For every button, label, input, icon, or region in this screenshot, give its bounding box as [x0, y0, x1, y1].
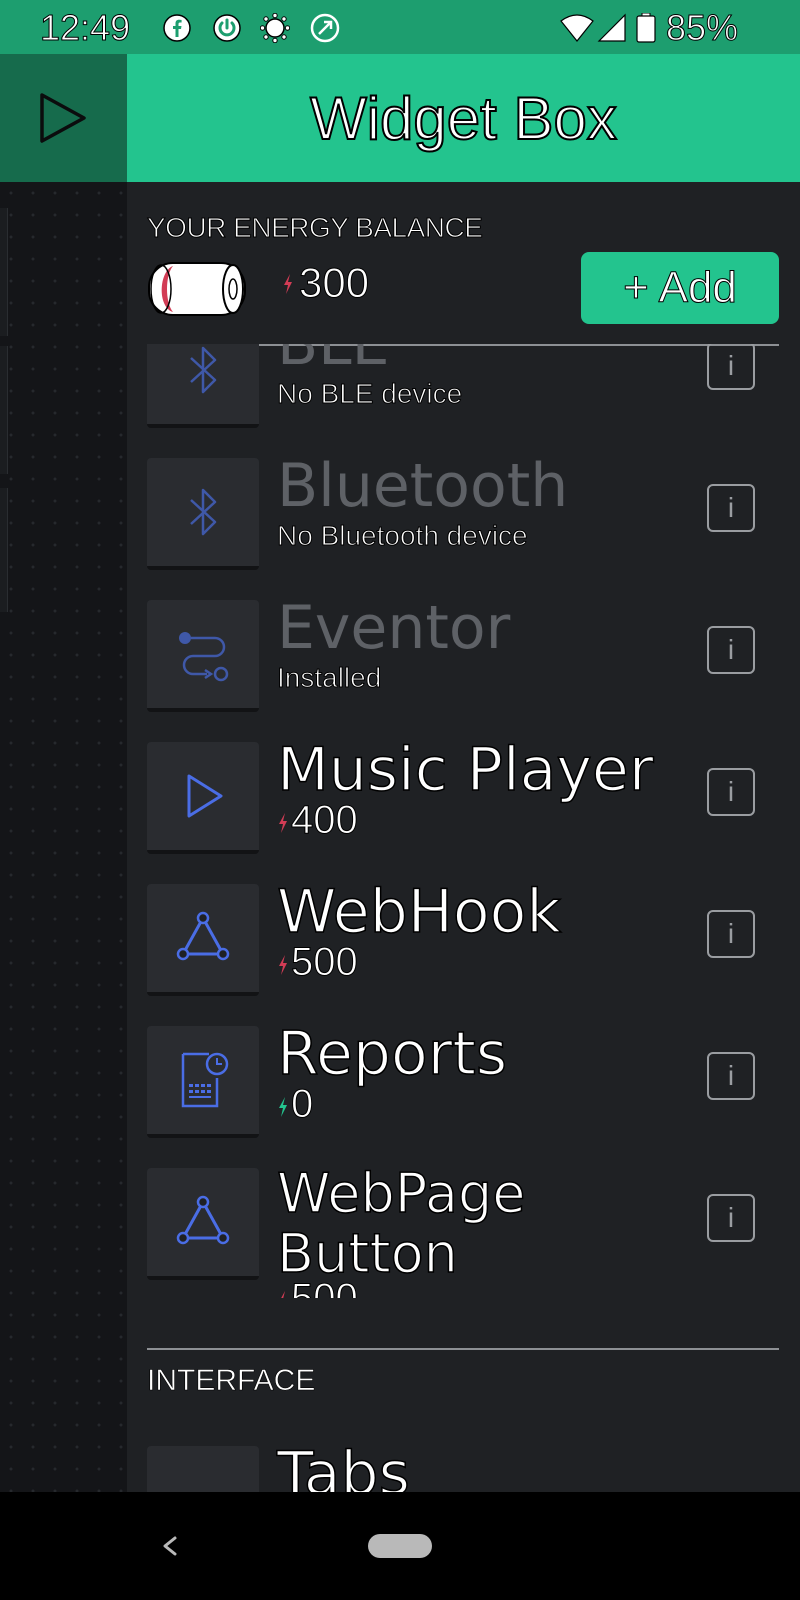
widget-subtitle: No BLE device [276, 378, 463, 410]
energy-bolt-icon [281, 1291, 285, 1298]
power-icon [213, 14, 241, 42]
widget-row-tabs[interactable]: Tabs [127, 1438, 800, 1492]
info-button[interactable]: i [707, 484, 755, 532]
widget-name-clip: WebPage Button [277, 1164, 697, 1278]
widget-tile [147, 1446, 259, 1492]
widget-tile [147, 1168, 259, 1280]
widget-tile [147, 600, 259, 712]
energy-bolt-icon [284, 274, 292, 294]
widget-cost-value: 500 [291, 940, 359, 985]
widget-row-eventor[interactable]: Eventor Installed i [127, 593, 800, 742]
widget-cost: 500 [277, 940, 358, 985]
bluetooth-icon [190, 346, 217, 394]
project-canvas[interactable] [0, 182, 127, 1492]
wifi-icon [560, 14, 594, 42]
energy-bolt-icon [279, 1097, 287, 1117]
info-button[interactable]: i [707, 1194, 755, 1242]
play-icon [187, 774, 223, 818]
section-divider [147, 1348, 779, 1350]
battery-icon [636, 13, 656, 43]
status-time: 12:49 [39, 7, 131, 48]
energy-bolt-icon [279, 955, 287, 975]
widget-cost: 400 [277, 798, 358, 843]
widget-box-drawer: Widget Box YOUR ENERGY BALANCE 300 + Add [127, 54, 800, 1492]
widget-cost-value: 500 [291, 1276, 359, 1298]
widget-name: Bluetooth [277, 451, 569, 521]
info-button[interactable]: i [707, 1052, 755, 1100]
widget-row-bluetooth[interactable]: Bluetooth No Bluetooth device i [127, 451, 800, 600]
eventor-icon [179, 632, 229, 682]
widget-name: BLE [277, 344, 390, 379]
energy-value: 300 [298, 259, 370, 307]
play-button[interactable] [0, 54, 127, 182]
canvas-widget[interactable] [0, 346, 8, 474]
widget-row-reports[interactable]: Reports 0 i [127, 1018, 800, 1168]
bluetooth-icon [190, 488, 217, 536]
energy-balance-label: YOUR ENERGY BALANCE [146, 212, 483, 244]
widget-row-ble[interactable]: BLE No BLE device i [127, 344, 800, 458]
widget-cost: 0 [277, 1082, 314, 1127]
status-bar: 12:49 85% [0, 0, 800, 54]
widget-cost-clip: 500 [277, 1276, 477, 1298]
widget-name: WebPage Button [277, 1164, 526, 1278]
widget-name: WebHook [276, 876, 562, 948]
widget-cost: 500 [277, 1276, 477, 1298]
info-button[interactable]: i [707, 910, 755, 958]
section-label-interface: INTERFACE [147, 1364, 316, 1398]
widget-name: Reports [276, 1018, 508, 1090]
widget-tile [147, 344, 259, 428]
widget-tile [147, 458, 259, 570]
signal-icon [597, 13, 626, 42]
widget-name: Music Player [276, 734, 654, 806]
settings-dots-icon [260, 13, 290, 43]
home-button[interactable] [368, 1534, 432, 1558]
add-energy-button[interactable]: + Add [581, 252, 779, 324]
link-circle-icon [310, 13, 340, 43]
widget-row-music-player[interactable]: Music Player 400 i [127, 734, 800, 884]
facebook-icon [163, 14, 191, 42]
widget-subtitle: Installed [276, 662, 382, 694]
report-icon [181, 1052, 229, 1108]
widget-tile [147, 1026, 259, 1138]
info-button[interactable]: i [707, 768, 755, 816]
energy-bolt-icon [279, 813, 287, 833]
widget-tile [147, 884, 259, 996]
webhook-icon [176, 911, 230, 961]
page-title: Widget Box [309, 84, 618, 153]
widget-cost-value: 0 [290, 1082, 314, 1127]
battery-percent: 85% [665, 7, 739, 48]
widget-row-webpage-button[interactable]: WebPage Button 500 i [127, 1164, 800, 1328]
widget-tile [147, 742, 259, 854]
navigation-bar [0, 1492, 800, 1600]
drawer-header: Widget Box [127, 54, 800, 182]
play-icon [40, 93, 86, 143]
canvas-widget[interactable] [0, 208, 8, 336]
screen: 12:49 85% Widget Box YOUR ENERGY BALANCE… [0, 0, 800, 1600]
info-button[interactable]: i [707, 344, 755, 390]
canvas-widget[interactable] [0, 488, 8, 612]
widget-name: Tabs [276, 1438, 410, 1492]
widget-cost-value: 400 [291, 798, 359, 843]
energy-battery-icon [148, 262, 246, 316]
info-button[interactable]: i [707, 626, 755, 674]
widget-name: Eventor [277, 593, 511, 663]
back-icon[interactable] [155, 1528, 185, 1564]
widget-row-webhook[interactable]: WebHook 500 i [127, 876, 800, 1026]
widget-list[interactable]: BLE No BLE device i Bluetooth No Bluetoo… [127, 344, 800, 1492]
webhook-icon [176, 1195, 230, 1245]
widget-subtitle: No Bluetooth device [277, 520, 529, 552]
